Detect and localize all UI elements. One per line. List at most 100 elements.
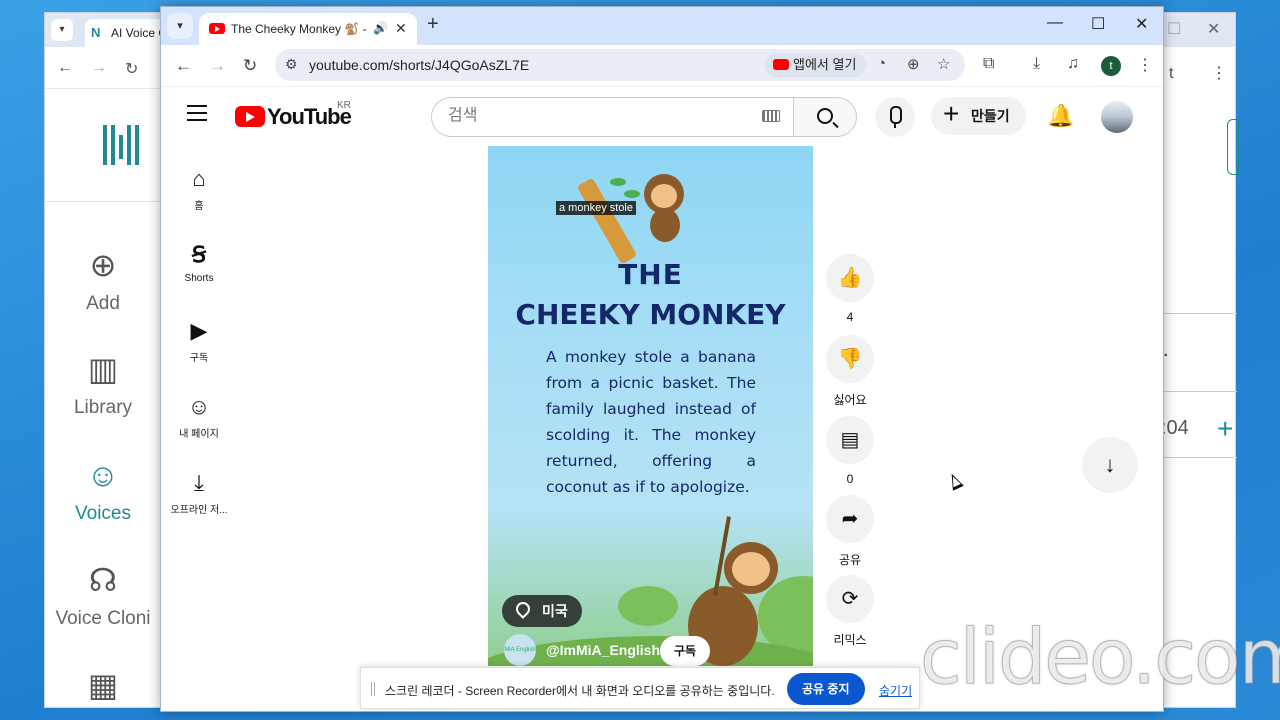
maximize-icon[interactable]: ☐ xyxy=(1167,19,1181,39)
minimize-icon[interactable]: — xyxy=(1047,14,1063,32)
channel-avatar[interactable]: MiA English xyxy=(504,634,536,666)
share-message: 스크린 레코더 - Screen Recorder에서 내 화면과 오디오를 공… xyxy=(385,684,775,698)
hanging-monkey-face xyxy=(732,552,770,586)
new-tab-button[interactable]: + xyxy=(427,13,439,36)
sidebar-item-library[interactable]: ▥ Library xyxy=(45,347,161,419)
video-title-line2: CHEEKY MONKEY xyxy=(515,298,786,331)
app-logo-icon xyxy=(103,125,143,169)
search-icon xyxy=(817,108,833,124)
youtube-logo-icon[interactable] xyxy=(235,106,265,127)
sidebar-item-add[interactable]: ⊕ Add xyxy=(45,243,161,315)
browser-tab[interactable]: The Cheeky Monkey 🐒 - 🔊 ✕ xyxy=(199,13,417,45)
bg2-panel-edge xyxy=(1227,119,1239,175)
sidebar-item-label: Add xyxy=(86,293,120,314)
window-close-icon[interactable]: ✕ xyxy=(1135,14,1148,34)
remix-icon[interactable]: ⟳ xyxy=(826,575,874,623)
sidebar-item-shorts[interactable]: Ꞩ Shorts xyxy=(161,241,237,284)
youtube-app-icon xyxy=(773,59,789,70)
close-icon[interactable]: ✕ xyxy=(1207,19,1220,39)
sidebar-item-label: 구독 xyxy=(189,353,209,364)
hamburger-menu-icon[interactable] xyxy=(187,105,207,126)
bg2-add-button[interactable]: + xyxy=(1217,413,1233,445)
reload-icon[interactable]: ↻ xyxy=(243,56,257,76)
create-button[interactable]: 만들기 xyxy=(931,95,1026,135)
browser-menu-icon[interactable]: ⋮ xyxy=(1137,55,1153,75)
clideo-watermark: clideo.com xyxy=(920,612,1280,702)
search-box[interactable] xyxy=(431,97,793,137)
sidebar-item-label: Library xyxy=(73,397,133,418)
sidebar-item-voice-clone[interactable]: ☊ Voice Cloni xyxy=(45,558,161,630)
zoom-icon[interactable]: ⊕ xyxy=(907,55,920,73)
bookmark-star-icon[interactable]: ☆ xyxy=(937,55,950,73)
voices-icon: ☺ xyxy=(86,457,120,493)
subscribe-button[interactable]: 구독 xyxy=(660,636,711,666)
library-icon: ▥ xyxy=(87,351,119,387)
performance-icon[interactable]: ◔ xyxy=(877,55,886,72)
next-video-arrow-down-icon[interactable]: ↓ xyxy=(1082,437,1138,493)
open-in-app-button[interactable]: 앱에서 열기 xyxy=(765,53,867,77)
search-button[interactable] xyxy=(793,97,857,137)
bg-tab-search-icon[interactable]: ▾ xyxy=(51,19,73,41)
forward-icon[interactable]: → xyxy=(209,56,226,76)
comment-action[interactable]: ▤ 0 xyxy=(825,416,875,486)
sidebar-item-home[interactable]: ⌂ 홈 xyxy=(161,165,237,212)
omnibox[interactable]: ⚙ youtube.com/shorts/J4QGoAsZL7E 앱에서 열기 … xyxy=(275,49,965,81)
browser-titlebar: ▾ The Cheeky Monkey 🐒 - 🔊 ✕ + — ☐ ✕ xyxy=(161,7,1163,45)
download-icon: ⤓ xyxy=(194,470,204,495)
grid-icon: ▦ xyxy=(87,667,119,703)
video-caption: a monkey stole xyxy=(556,201,636,215)
you-icon: ☺ xyxy=(187,394,211,419)
dislike-thumb-down-icon[interactable]: 👎 xyxy=(826,335,874,383)
stop-sharing-button[interactable]: 공유 중지 xyxy=(787,673,865,705)
location-chip[interactable]: 미국 xyxy=(502,595,582,627)
background-window-right[interactable]: ☐ ✕ t ⋮ . :04 + xyxy=(1160,12,1239,708)
like-action[interactable]: 👍 4 xyxy=(825,254,875,324)
tab-close-icon[interactable]: ✕ xyxy=(395,20,407,37)
extensions-icon[interactable]: ⧉ xyxy=(983,55,994,73)
profile-icon[interactable]: t xyxy=(1169,65,1173,83)
notifications-bell-icon[interactable]: 🔔 xyxy=(1047,103,1074,129)
dislike-action[interactable]: 👎 싫어요 xyxy=(825,335,875,408)
media-control-icon[interactable]: ♫ xyxy=(1067,55,1079,73)
tab-search-icon[interactable]: ▾ xyxy=(167,13,193,39)
sidebar-item-you[interactable]: ☺ 내 페이지 xyxy=(161,393,237,440)
address-bar: ← → ↻ ⚙ youtube.com/shorts/J4QGoAsZL7E 앱… xyxy=(161,45,1163,87)
sidebar-item-subscriptions[interactable]: ▶ 구독 xyxy=(161,317,237,364)
speaker-icon[interactable]: 🔊 xyxy=(373,21,388,35)
sidebar-item-label: Shorts xyxy=(184,273,214,284)
sidebar-item-label: Voice Cloni xyxy=(55,608,151,629)
maximize-icon[interactable]: ☐ xyxy=(1091,14,1105,34)
site-info-icon[interactable]: ⚙ xyxy=(285,56,298,73)
share-arrow-icon[interactable]: ➦ xyxy=(826,495,874,543)
comment-icon[interactable]: ▤ xyxy=(826,416,874,464)
channel-name[interactable]: @ImMiA_English xyxy=(546,642,660,658)
video-title-line1: THE xyxy=(618,258,683,291)
drag-handle-icon[interactable] xyxy=(371,682,375,696)
account-avatar[interactable] xyxy=(1101,101,1133,133)
remix-action[interactable]: ⟳ 리믹스 xyxy=(825,575,875,648)
sidebar-item-voices[interactable]: ☺ Voices xyxy=(45,453,161,525)
sidebar-item-downloads[interactable]: ⤓ 오프라인 저... xyxy=(161,469,237,516)
download-icon[interactable]: ⤓ xyxy=(1033,55,1040,73)
sidebar-item-more[interactable]: ▦ xyxy=(45,663,161,707)
bg-back-icon[interactable]: ← xyxy=(57,59,73,77)
short-video-player[interactable]: a monkey stole THE CHEEKY MONKEY A monke… xyxy=(488,146,813,666)
hide-banner-link[interactable]: 숨기기 xyxy=(879,682,912,699)
comment-count: 0 xyxy=(846,472,854,486)
channel-avatar-text: MiA English xyxy=(504,647,536,653)
like-thumb-up-icon[interactable]: 👍 xyxy=(826,254,874,302)
more-icon[interactable]: ⋮ xyxy=(1211,63,1227,83)
bg-reload-icon[interactable]: ↻ xyxy=(125,59,138,79)
url-text[interactable]: youtube.com/shorts/J4QGoAsZL7E xyxy=(309,57,529,73)
profile-avatar[interactable]: t xyxy=(1101,56,1121,76)
back-icon[interactable]: ← xyxy=(175,56,192,76)
bg-forward-icon[interactable]: → xyxy=(91,59,107,77)
browser-window[interactable]: ▾ The Cheeky Monkey 🐒 - 🔊 ✕ + — ☐ ✕ ← → … xyxy=(160,6,1164,712)
voice-search-mic-icon[interactable] xyxy=(875,97,915,137)
leaf xyxy=(610,178,626,186)
keyboard-icon[interactable] xyxy=(762,110,780,122)
like-count: 4 xyxy=(846,310,854,324)
divider xyxy=(1161,313,1237,314)
share-action[interactable]: ➦ 공유 xyxy=(825,495,875,568)
search-input[interactable] xyxy=(448,107,748,125)
